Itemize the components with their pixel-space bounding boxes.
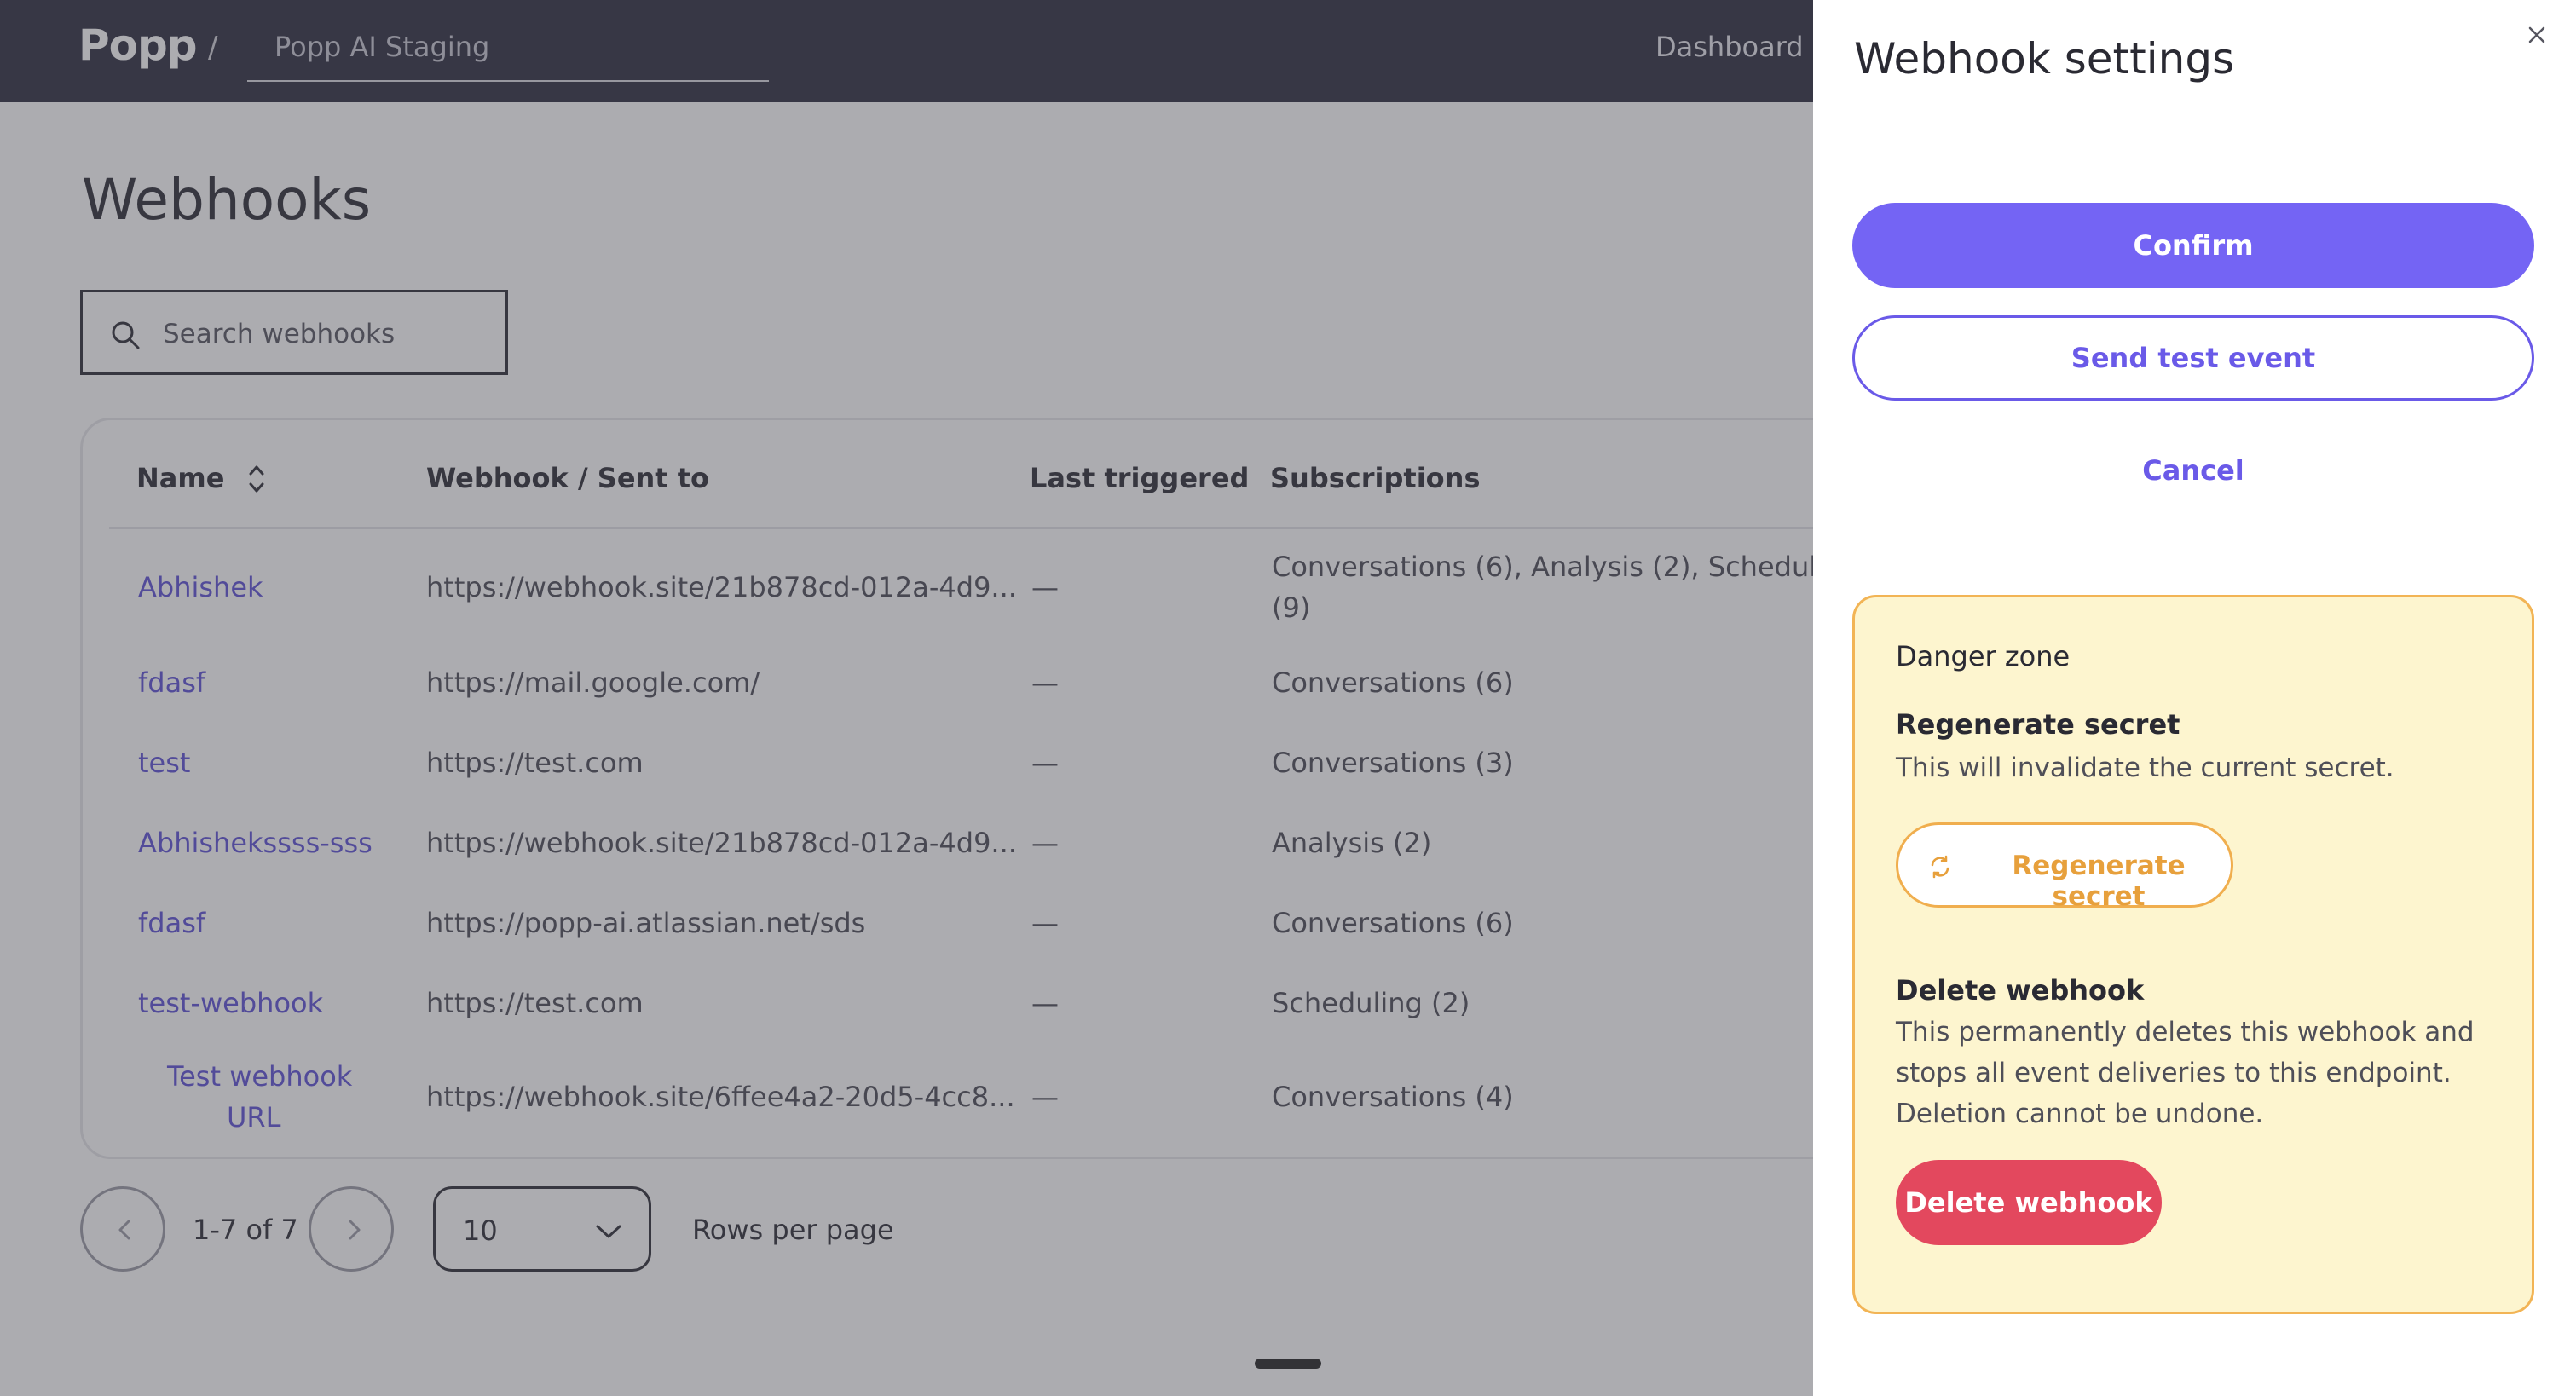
danger-zone: Danger zone Regenerate secret This will … bbox=[1852, 595, 2534, 1314]
regenerate-secret-button[interactable]: Regenerate secret bbox=[1896, 822, 2233, 912]
delete-webhook-heading: Delete webhook bbox=[1896, 974, 2145, 1007]
delete-webhook-description-line3: Deletion cannot be undone. bbox=[1896, 1099, 2264, 1129]
regenerate-secret-description: This will invalidate the current secret. bbox=[1896, 753, 2394, 783]
delete-webhook-description-line2: stops all event deliveries to this endpo… bbox=[1896, 1058, 2452, 1088]
regenerate-secret-heading: Regenerate secret bbox=[1896, 708, 2180, 741]
refresh-icon bbox=[1931, 855, 1949, 879]
webhook-settings-drawer: Webhook settings Confirm Send test event… bbox=[1813, 0, 2576, 1396]
send-test-event-button[interactable]: Send test event bbox=[1852, 315, 2534, 401]
modal-overlay[interactable] bbox=[0, 0, 1813, 1396]
confirm-button[interactable]: Confirm bbox=[1852, 203, 2534, 288]
drawer-title: Webhook settings bbox=[1854, 34, 2235, 84]
close-icon[interactable] bbox=[2524, 22, 2550, 48]
delete-webhook-button[interactable]: Delete webhook bbox=[1896, 1160, 2162, 1245]
delete-webhook-description-line1: This permanently deletes this webhook an… bbox=[1896, 1017, 2475, 1047]
regenerate-secret-label: Regenerate secret bbox=[2012, 851, 2186, 912]
cancel-button[interactable]: Cancel bbox=[1852, 443, 2534, 498]
danger-zone-title: Danger zone bbox=[1896, 640, 2071, 672]
